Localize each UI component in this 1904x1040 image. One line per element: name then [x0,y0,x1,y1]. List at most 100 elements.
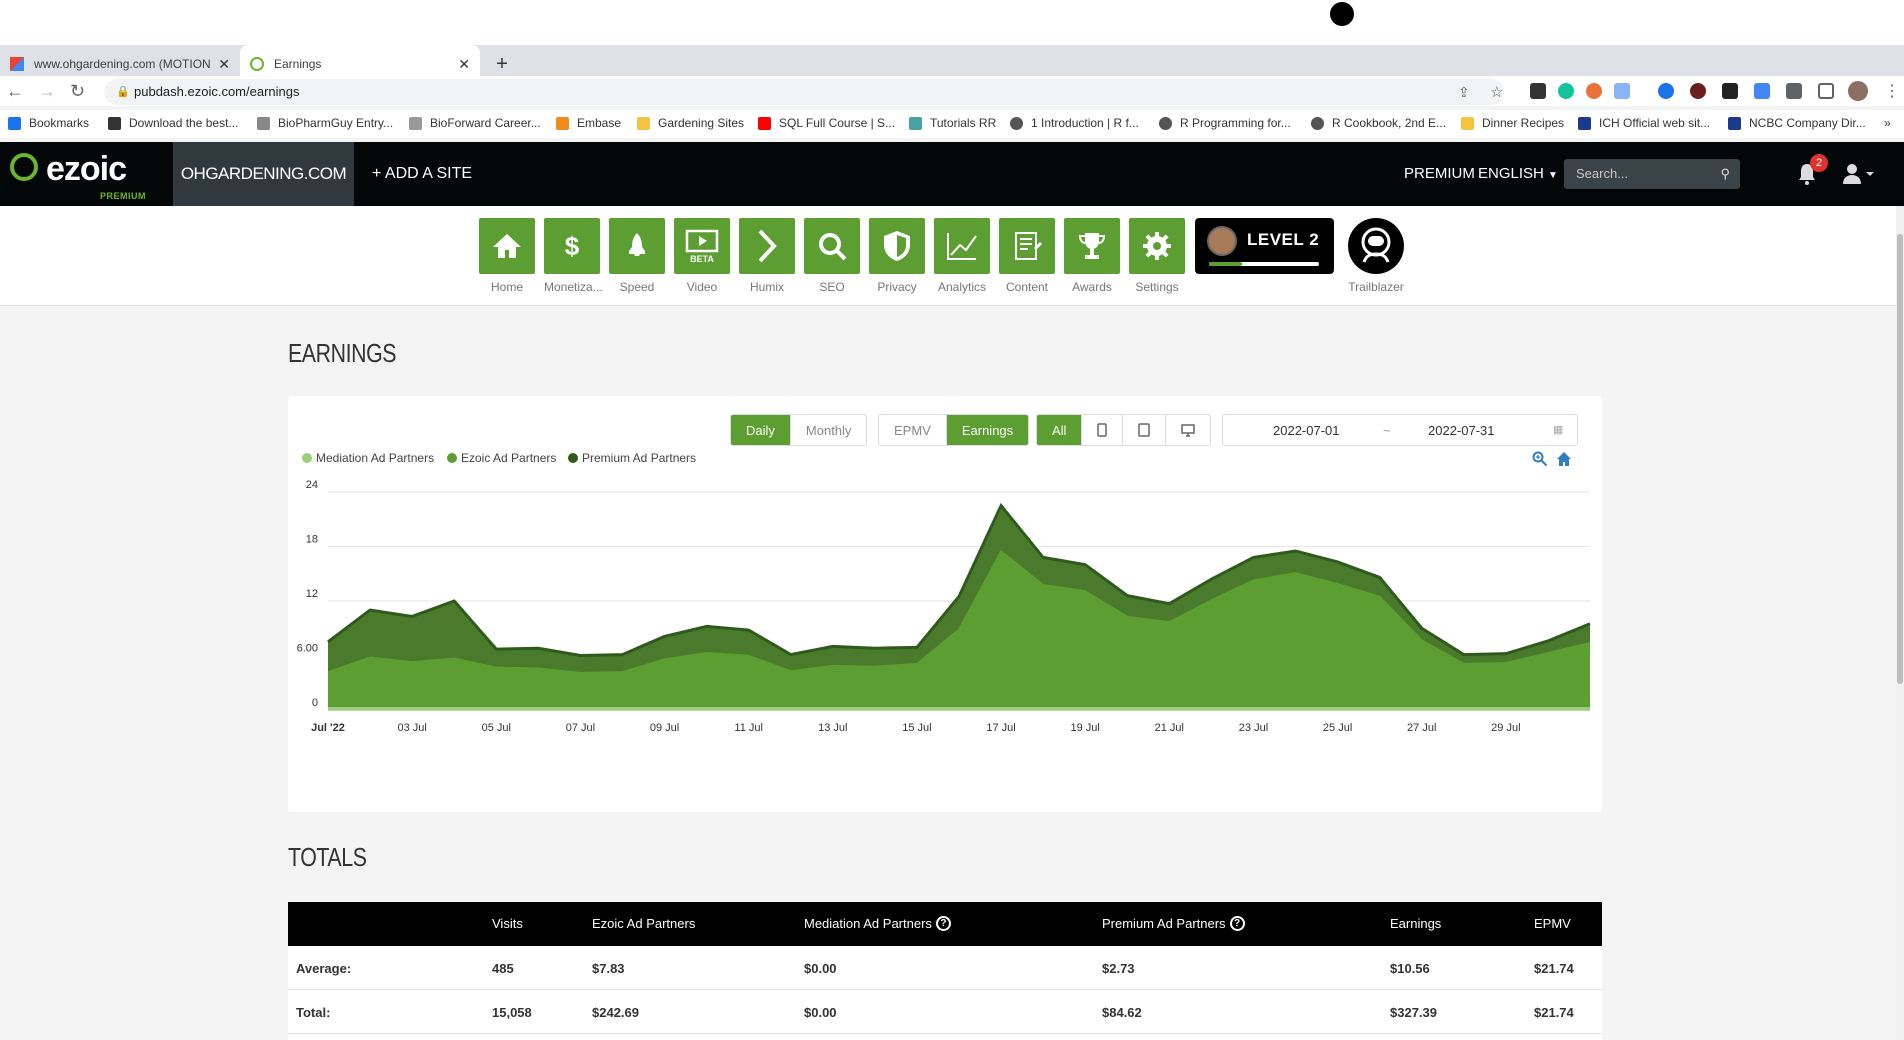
bookmark-item[interactable]: Embase [556,116,621,130]
bookmark-item[interactable]: NCBC Company Dir... [1728,116,1866,130]
bookmark-folder[interactable]: Dinner Recipes [1461,116,1564,130]
forward-icon[interactable]: → [38,81,56,102]
extension-icon[interactable] [1614,83,1630,99]
dollar-icon: $ [565,231,580,261]
bookmark-favicon-icon [1010,116,1023,130]
bookmark-item[interactable]: ICH Official web sit... [1578,116,1710,130]
nav-privacy[interactable]: Privacy [869,218,925,294]
extension-icon[interactable] [1530,83,1546,99]
date-to[interactable]: 2022-07-31 [1428,423,1495,438]
share-icon[interactable]: ⇪ [1458,84,1470,101]
x-tick-label: 19 Jul [1071,722,1100,734]
new-tab-button[interactable]: + [488,53,516,77]
calendar-icon[interactable]: ▦ [1553,423,1563,436]
bookmark-folder[interactable]: Gardening Sites [637,116,744,130]
trophy-icon [1078,233,1106,259]
bookmark-item[interactable]: Bookmarks [8,116,89,130]
extension-icon[interactable] [1658,83,1674,99]
magnifier-icon [819,233,847,261]
url-input[interactable]: 🔒 pubdash.ezoic.com/earnings [104,79,1504,105]
extension-icon[interactable] [1690,83,1706,99]
user-menu-icon[interactable] [1842,162,1874,186]
table-row: Average: 485 $7.83 $0.00 $2.73 $10.56 $2… [288,946,1602,990]
nav-speed[interactable]: Speed [609,218,665,294]
bookmark-item[interactable]: SQL Full Course | S... [758,116,895,130]
nav-seo[interactable]: SEO [804,218,860,294]
close-tab-icon[interactable]: ✕ [218,56,230,73]
site-selector[interactable]: OHGARDENING.COM [173,142,354,206]
bookmark-item[interactable]: BioPharmGuy Entry... [257,116,393,130]
all-devices-button[interactable]: All [1037,415,1083,445]
earnings-button[interactable]: Earnings [946,415,1029,445]
search-input[interactable]: Search... ⚲ [1564,159,1740,189]
nav-home[interactable]: Home [479,218,535,294]
ezoic-logo[interactable]: ezoic PREMIUM [10,150,146,201]
extension-icon[interactable] [1586,83,1602,99]
add-site-link[interactable]: + ADD A SITE [372,142,472,206]
table-cell: $2.73 [1102,961,1135,976]
extension-icon[interactable] [1722,83,1738,99]
x-tick-label: 03 Jul [397,722,426,734]
grammarly-icon[interactable] [1558,83,1574,99]
bookmark-item[interactable]: R Cookbook, 2nd E... [1311,116,1446,130]
zoom-icon[interactable] [1532,451,1548,467]
x-tick-label: 25 Jul [1323,722,1352,734]
extension-icon[interactable] [1754,83,1770,99]
mobile-device-button[interactable] [1082,415,1124,445]
table-cell: $0.00 [804,1005,837,1020]
date-from[interactable]: 2022-07-01 [1273,423,1340,438]
tablet-device-button[interactable] [1123,415,1167,445]
more-bookmarks-icon[interactable]: » [1884,116,1891,130]
legend-item-ezoic[interactable]: Ezoic Ad Partners [447,451,556,465]
profile-avatar[interactable] [1848,81,1868,101]
col-ezoic-ad-partners: Ezoic Ad Partners [592,916,696,931]
nav-content[interactable]: Content [999,218,1055,294]
x-tick-label: 21 Jul [1155,722,1184,734]
level-badge[interactable]: LEVEL 2 [1195,218,1334,274]
desktop-device-button[interactable] [1166,415,1210,445]
bookmark-item[interactable]: R Programming for... [1159,116,1291,130]
url-text: pubdash.ezoic.com/earnings [134,84,300,99]
bookmark-item[interactable]: BioForward Career... [409,116,541,130]
legend-item-premium[interactable]: Premium Ad Partners [568,451,696,465]
legend-item-mediation[interactable]: Mediation Ad Partners [302,451,434,465]
y-tick-label: 18 [306,534,318,546]
sidepanel-icon[interactable] [1818,83,1834,99]
epmv-button[interactable]: EPMV [879,415,947,445]
notification-badge: 2 [1810,154,1828,172]
language-dropdown[interactable]: ENGLISH ▼ [1478,142,1558,208]
nav-awards[interactable]: Awards [1064,218,1120,294]
premium-link[interactable]: PREMIUM [1404,142,1475,206]
scrollbar-thumb[interactable] [1897,234,1903,684]
nav-analytics[interactable]: Analytics [934,218,990,294]
puzzle-icon[interactable] [1786,83,1802,99]
table-cell: $21.74 [1534,1005,1574,1020]
nav-humix[interactable]: Humix [739,218,795,294]
legend-swatch [568,453,578,463]
nav-label: Humix [749,280,784,294]
nav-monetization[interactable]: $ Monetiza... [544,218,603,294]
page-scrollbar[interactable] [1896,206,1904,1040]
back-icon[interactable]: ← [6,81,24,102]
bookmark-item[interactable]: Download the best... [108,116,238,130]
line-chart-icon [947,233,977,260]
nav-label: Content [1005,280,1049,294]
help-icon[interactable]: ? [935,916,951,931]
bookmark-item[interactable]: Tutorials RR [909,116,996,130]
date-range-picker[interactable]: 2022-07-01 ~ 2022-07-31 ▦ [1222,414,1578,446]
reload-icon[interactable]: ↻ [70,81,85,102]
bookmark-favicon-icon [1311,116,1324,130]
close-tab-icon[interactable]: ✕ [458,56,470,73]
x-tick-label: 23 Jul [1239,722,1268,734]
menu-icon[interactable]: ⋮ [1884,81,1900,101]
daily-button[interactable]: Daily [731,415,791,445]
reset-zoom-home-icon[interactable] [1556,451,1572,467]
bookmark-item[interactable]: 1 Introduction | R f... [1010,116,1139,130]
nav-settings[interactable]: Settings [1129,218,1185,294]
trailblazer-badge[interactable]: Trailblazer [1348,218,1404,294]
monthly-button[interactable]: Monthly [791,415,867,445]
nav-video[interactable]: BETA Video [674,218,730,294]
star-icon[interactable]: ☆ [1490,83,1503,101]
nav-label: SEO [819,280,845,294]
help-icon[interactable]: ? [1229,916,1245,931]
